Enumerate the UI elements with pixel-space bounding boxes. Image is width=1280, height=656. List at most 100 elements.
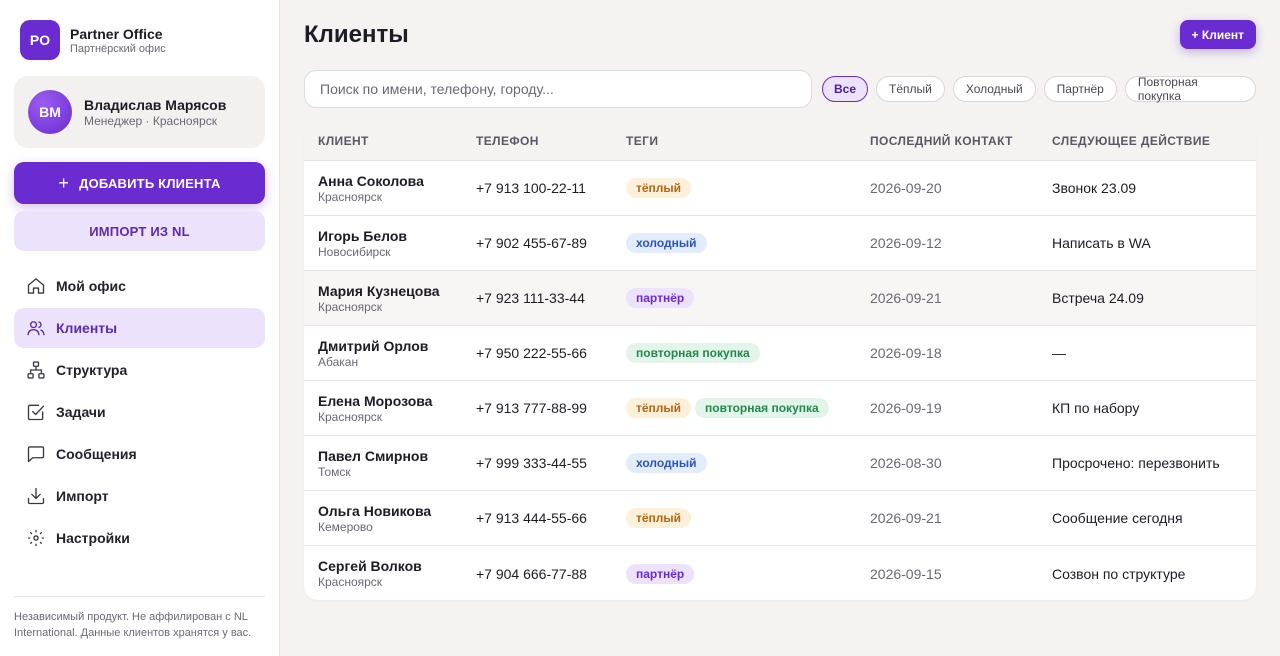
structure-icon — [27, 361, 45, 379]
add-client-label: ДОБАВИТЬ КЛИЕНТА — [79, 175, 221, 191]
client-name[interactable]: Мария Кузнецова — [318, 283, 476, 300]
table-row[interactable]: Ольга Новикова Кемерово +7 913 444-55-66 тё… — [304, 491, 1256, 546]
client-name[interactable]: Игорь Белов — [318, 228, 476, 245]
filter-chip-all[interactable]: Все — [822, 76, 869, 102]
client-name[interactable]: Дмитрий Орлов — [318, 338, 476, 355]
client-phone[interactable]: +7 950 222-55-66 — [476, 345, 626, 361]
tag-repeat[interactable]: повторная покупка — [626, 343, 760, 363]
table-row[interactable]: Мария Кузнецова Красноярск +7 923 111-33-4… — [304, 271, 1256, 326]
gear-icon — [27, 529, 45, 547]
column-header-tags[interactable]: ТЕГИ — [626, 134, 870, 148]
client-next-action: КП по набору — [1052, 400, 1140, 416]
client-tags: партнёр — [626, 563, 870, 584]
client-phone[interactable]: +7 913 100-22-11 — [476, 180, 626, 196]
sidebar-item-label: Структура — [56, 362, 128, 378]
table-body: Анна Соколова Красноярск +7 913 100-22-11 т… — [304, 161, 1256, 600]
client-phone[interactable]: +7 904 666-77-88 — [476, 566, 626, 582]
client-phone[interactable]: +7 902 455-67-89 — [476, 235, 626, 251]
import-nl-button[interactable]: ИМПОРТ ИЗ NL — [14, 211, 265, 251]
import-nl-label: ИМПОРТ ИЗ NL — [89, 223, 190, 239]
client-last-contact: 2026-09-20 — [870, 180, 942, 196]
filter-chip-partner[interactable]: Партнёр — [1043, 76, 1117, 102]
client-next-action: Просрочено: перезвонить — [1052, 455, 1220, 471]
filter-chips: Все Тёплый Холодный Партнёр Повторная по… — [822, 75, 1256, 103]
client-city: Кемерово — [318, 519, 373, 534]
client-next-action: Сообщение сегодня — [1052, 510, 1183, 526]
client-last-contact: 2026-09-19 — [870, 400, 942, 416]
tag-warm[interactable]: тёплый — [626, 508, 692, 528]
sidebar-item-clients[interactable]: Клиенты — [14, 308, 265, 348]
sidebar-nav: Мой офис Клиенты Структура Задачи Сообще… — [14, 266, 265, 560]
sidebar-item-structure[interactable]: Структура — [14, 350, 265, 390]
sidebar-item-import[interactable]: Импорт — [14, 476, 265, 516]
client-phone[interactable]: +7 999 333-44-55 — [476, 455, 626, 471]
client-city: Красноярск — [318, 409, 383, 424]
client-city: Красноярск — [318, 189, 383, 204]
filter-chip-cold[interactable]: Холодный — [952, 76, 1036, 102]
avatar: ВМ — [28, 90, 72, 134]
sidebar: PO Partner Office Партнёрский офис ВМ Вл… — [0, 0, 280, 656]
user-card[interactable]: ВМ Владислав Марясов Менеджер · Краснояр… — [14, 76, 265, 148]
client-city: Красноярск — [318, 575, 383, 589]
filter-chip-repeat[interactable]: Повторная покупка — [1124, 75, 1256, 103]
client-name[interactable]: Павел Смирнов — [318, 448, 476, 465]
clients-table: КЛИЕНТ ТЕЛЕФОН ТЕГИ ПОСЛЕДНИЙ КОНТАКТ СЛ… — [304, 122, 1256, 600]
table-header: КЛИЕНТ ТЕЛЕФОН ТЕГИ ПОСЛЕДНИЙ КОНТАКТ СЛ… — [304, 122, 1256, 161]
client-cell: Сергей Волков Красноярск — [304, 558, 476, 589]
client-phone[interactable]: +7 913 777-88-99 — [476, 400, 626, 416]
tag-partner[interactable]: партнёр — [626, 288, 695, 308]
brand-text: Partner Office Партнёрский офис — [70, 25, 166, 56]
table-row[interactable]: Дмитрий Орлов Абакан +7 950 222-55-66 повто… — [304, 326, 1256, 381]
table-row[interactable]: Сергей Волков Красноярск +7 904 666-77-88 п… — [304, 546, 1256, 600]
client-cell: Елена Морозова Красноярск — [304, 393, 476, 424]
client-name[interactable]: Елена Морозова — [318, 393, 476, 410]
sidebar-item-my-office[interactable]: Мой офис — [14, 266, 265, 306]
sidebar-item-settings[interactable]: Настройки — [14, 518, 265, 558]
column-header-last-contact[interactable]: ПОСЛЕДНИЙ КОНТАКТ — [870, 134, 1052, 148]
client-tags: холодный — [626, 453, 870, 473]
client-next-action: Звонок 23.09 — [1052, 180, 1137, 196]
sidebar-item-label: Задачи — [56, 404, 106, 420]
client-last-contact: 2026-09-15 — [870, 565, 942, 582]
add-client-button[interactable]: + ДОБАВИТЬ КЛИЕНТА — [14, 162, 265, 204]
sidebar-item-label: Сообщения — [56, 446, 137, 462]
client-name[interactable]: Анна Соколова — [318, 173, 476, 190]
client-last-contact: 2026-09-21 — [870, 510, 942, 526]
client-city: Новосибирск — [318, 244, 391, 259]
user-role: Менеджер · Красноярск — [84, 113, 217, 128]
client-tags: тёплый — [626, 508, 870, 528]
client-tags: повторная покупка — [626, 343, 870, 363]
sidebar-item-label: Мой офис — [56, 278, 126, 294]
table-row[interactable]: Игорь Белов Новосибирск +7 902 455-67-89 хо… — [304, 216, 1256, 271]
tag-partner[interactable]: партнёр — [626, 563, 695, 584]
client-name[interactable]: Ольга Новикова — [318, 503, 476, 520]
client-last-contact: 2026-09-21 — [870, 290, 942, 306]
brand-logo: PO — [20, 20, 60, 60]
column-header-client[interactable]: КЛИЕНТ — [304, 134, 476, 148]
sidebar-item-tasks[interactable]: Задачи — [14, 392, 265, 432]
client-phone[interactable]: +7 913 444-55-66 — [476, 510, 626, 526]
tag-cold[interactable]: холодный — [626, 453, 707, 473]
table-row[interactable]: Елена Морозова Красноярск +7 913 777-88-99… — [304, 381, 1256, 436]
tag-cold[interactable]: холодный — [626, 233, 707, 253]
disclaimer: Независимый продукт. Не аффилирован с NL… — [14, 596, 265, 641]
home-icon — [27, 278, 45, 294]
brand[interactable]: PO Partner Office Партнёрский офис — [20, 20, 166, 60]
filter-chip-warm[interactable]: Тёплый — [876, 76, 945, 102]
column-header-phone[interactable]: ТЕЛЕФОН — [476, 134, 626, 148]
checkbox-icon — [27, 404, 45, 421]
client-tags: тёплый повторная покупка — [626, 398, 870, 418]
users-icon — [27, 321, 45, 336]
table-row[interactable]: Павел Смирнов Томск +7 999 333-44-55 холодн… — [304, 436, 1256, 491]
column-header-next-action[interactable]: СЛЕДУЮЩЕЕ ДЕЙСТВИЕ — [1052, 134, 1256, 148]
table-row[interactable]: Анна Соколова Красноярск +7 913 100-22-11 т… — [304, 161, 1256, 216]
search-input[interactable] — [304, 70, 812, 108]
tag-warm[interactable]: тёплый — [626, 178, 692, 198]
add-client-header-button[interactable]: + Клиент — [1179, 20, 1256, 49]
sidebar-item-messages[interactable]: Сообщения — [14, 434, 265, 474]
sidebar-item-label: Настройки — [56, 530, 130, 546]
client-name[interactable]: Сергей Волков — [318, 558, 476, 575]
tag-repeat[interactable]: повторная покупка — [695, 398, 829, 418]
tag-warm[interactable]: тёплый — [626, 398, 692, 418]
client-phone[interactable]: +7 923 111-33-44 — [476, 290, 626, 306]
